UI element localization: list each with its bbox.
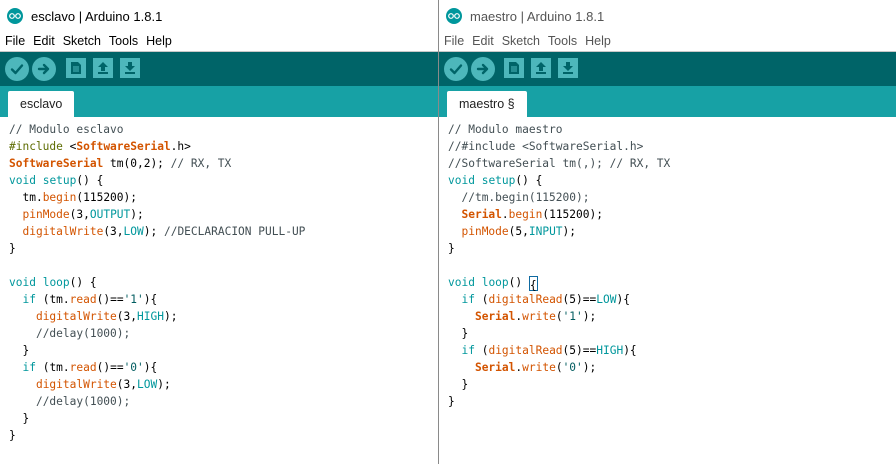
code-line: tm.begin(115200);: [9, 191, 137, 204]
verify-button[interactable]: [5, 57, 29, 81]
title-bar[interactable]: esclavo | Arduino 1.8.1: [0, 0, 438, 32]
code-line: void loop() {: [9, 276, 97, 289]
menu-file[interactable]: File: [444, 34, 464, 48]
code-line: }: [448, 327, 469, 340]
code-line: void setup() {: [9, 174, 104, 187]
upload-icon: [37, 63, 50, 75]
code-line: }: [448, 242, 455, 255]
open-icon: [536, 62, 546, 74]
tab-bar: maestro §: [439, 86, 896, 117]
save-button[interactable]: [558, 58, 578, 78]
verify-icon: [449, 64, 463, 75]
menu-tools[interactable]: Tools: [548, 34, 577, 48]
window-title: maestro | Arduino 1.8.1: [470, 8, 605, 24]
open-icon: [98, 62, 108, 74]
code-line: // Modulo esclavo: [9, 123, 124, 136]
code-line: pinMode(5,INPUT);: [461, 225, 577, 238]
menu-bar: File Edit Sketch Tools Help: [0, 32, 438, 50]
code-line: }: [9, 242, 16, 255]
menu-edit[interactable]: Edit: [472, 34, 494, 48]
new-button[interactable]: [66, 58, 86, 78]
menu-edit[interactable]: Edit: [33, 34, 55, 48]
code-line: if (tm.read()=='0'){: [22, 361, 158, 374]
open-button[interactable]: [531, 58, 551, 78]
code-line: //#include <SoftwareSerial.h>: [448, 140, 644, 153]
code-line: // Modulo maestro: [448, 123, 563, 136]
menu-sketch[interactable]: Sketch: [502, 34, 540, 48]
upload-icon: [476, 63, 489, 75]
code-line: //tm.begin(115200);: [461, 191, 590, 204]
upload-button[interactable]: [32, 57, 56, 81]
arduino-logo-icon: [7, 8, 23, 24]
window-esclavo: esclavo | Arduino 1.8.1 File Edit Sketch…: [0, 0, 438, 464]
code-line: digitalWrite(3,LOW); //DECLARACION PULL-…: [22, 225, 306, 238]
code-line: if (digitalRead(5)==LOW){: [461, 293, 630, 306]
code-line: }: [9, 429, 16, 442]
code-line: void setup() {: [448, 174, 543, 187]
code-text: // Modulo maestro //#include <SoftwareSer…: [448, 121, 670, 410]
tab-maestro[interactable]: maestro §: [447, 91, 527, 117]
menu-help[interactable]: Help: [146, 34, 172, 48]
code-line: if (tm.read()=='1'){: [22, 293, 158, 306]
code-line: Serial.write('0');: [474, 361, 597, 374]
menu-tools[interactable]: Tools: [109, 34, 138, 48]
code-line: Serial.begin(115200);: [461, 208, 603, 221]
new-button[interactable]: [504, 58, 524, 78]
code-line: }: [9, 344, 30, 357]
menu-file[interactable]: File: [5, 34, 25, 48]
arduino-logo-icon: [446, 8, 462, 24]
save-icon: [563, 62, 573, 74]
open-button[interactable]: [93, 58, 113, 78]
code-line: }: [9, 412, 30, 425]
code-line: digitalWrite(3,LOW);: [35, 378, 171, 391]
code-line: pinMode(3,OUTPUT);: [22, 208, 144, 221]
code-line: }: [448, 395, 455, 408]
window-maestro: maestro | Arduino 1.8.1 File Edit Sketch…: [439, 0, 896, 464]
new-icon: [71, 62, 81, 74]
verify-icon: [10, 64, 24, 75]
code-line: if (digitalRead(5)==HIGH){: [461, 344, 637, 357]
new-icon: [509, 62, 519, 74]
code-line: //delay(1000);: [35, 395, 131, 408]
menu-sketch[interactable]: Sketch: [63, 34, 101, 48]
upload-button[interactable]: [471, 57, 495, 81]
title-bar[interactable]: maestro | Arduino 1.8.1: [439, 0, 896, 32]
code-line: Serial.write('1');: [474, 310, 597, 323]
code-text: // Modulo esclavo #include <SoftwareSeria…: [9, 121, 305, 444]
menu-help[interactable]: Help: [585, 34, 611, 48]
verify-button[interactable]: [444, 57, 468, 81]
toolbar: [0, 51, 438, 86]
toolbar: [439, 51, 896, 86]
tab-esclavo[interactable]: esclavo: [8, 91, 75, 117]
code-editor[interactable]: // Modulo esclavo #include <SoftwareSeria…: [0, 117, 438, 464]
code-line: #include <SoftwareSerial.h>: [9, 140, 191, 153]
code-line: void loop() {: [448, 276, 538, 292]
tab-bar: esclavo: [0, 86, 438, 117]
code-line: SoftwareSerial tm(0,2); // RX, TX: [9, 157, 232, 170]
code-line: digitalWrite(3,HIGH);: [35, 310, 178, 323]
code-line: }: [448, 378, 469, 391]
code-line: //SoftwareSerial tm(,); // RX, TX: [448, 157, 671, 170]
save-button[interactable]: [120, 58, 140, 78]
code-line: //delay(1000);: [35, 327, 131, 340]
window-title: esclavo | Arduino 1.8.1: [31, 8, 163, 24]
menu-bar: File Edit Sketch Tools Help: [439, 32, 896, 50]
code-editor[interactable]: // Modulo maestro //#include <SoftwareSer…: [439, 117, 896, 464]
save-icon: [125, 62, 135, 74]
